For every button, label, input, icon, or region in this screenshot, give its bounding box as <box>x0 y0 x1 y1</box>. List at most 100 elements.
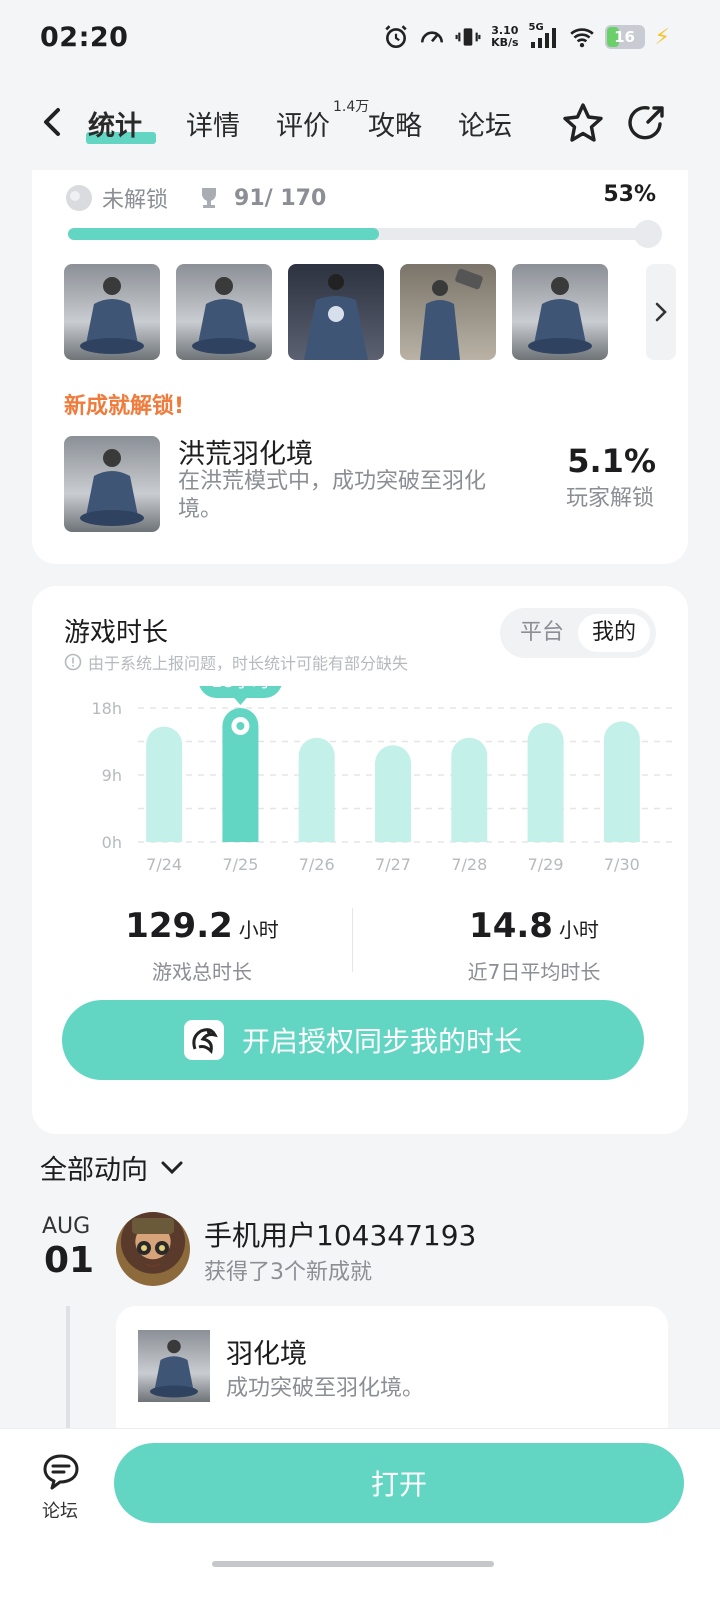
avg-playtime-label: 近7日平均时长 <box>467 960 601 984</box>
unlocked-achievement-thumb[interactable] <box>64 436 160 532</box>
playtime-card: 游戏时长 由于系统上报问题，时长统计可能有部分缺失 平台 我的 0h 9h 18h 7… <box>32 586 688 1134</box>
toggle-platform[interactable]: 平台 <box>506 614 578 652</box>
chart-x-tick-label: 7/27 <box>375 855 411 874</box>
total-playtime-value: 129.2 <box>125 906 233 946</box>
chart-y-tick-label: 9h <box>102 766 122 785</box>
chart-tooltip-pointer <box>233 697 248 705</box>
playtime-note-text: 由于系统上报问题，时长统计可能有部分缺失 <box>88 654 409 673</box>
forum-label[interactable]: 论坛 <box>42 1497 78 1523</box>
achievement-thumb[interactable] <box>176 264 272 360</box>
status-icons: 3.10 KB/s 5G 16 ⚡ <box>383 22 670 50</box>
playtime-note: 由于系统上报问题，时长统计可能有部分缺失 <box>64 650 408 674</box>
achievement-thumbnails <box>64 264 608 360</box>
avg-playtime: 14.8 小时 近7日平均时长 <box>414 906 654 985</box>
app-logo-icon <box>183 1020 224 1060</box>
feed-user-action: 获得了3个新成就 <box>204 1260 372 1285</box>
share-icon[interactable] <box>624 100 670 146</box>
tab-details[interactable]: 详情 <box>186 104 240 143</box>
net-speed-unit: KB/s <box>491 36 519 49</box>
chart-bar <box>375 745 411 842</box>
chevron-down-icon <box>161 1161 183 1174</box>
star-icon[interactable] <box>560 100 606 146</box>
bottom-bar: 论坛 打开 <box>0 1428 720 1600</box>
new-unlock-label: 新成就解锁! <box>64 394 185 419</box>
vibrate-icon <box>455 28 481 46</box>
achievements-card: 未解锁 91/ 170 53% 新成就解锁! 洪荒羽化境 在洪荒模式中，成功突破… <box>32 170 688 564</box>
feed-user-name[interactable]: 手机用户104347193 <box>204 1214 476 1254</box>
toggle-mine[interactable]: 我的 <box>578 614 650 652</box>
info-icon <box>64 653 82 671</box>
feed-filter-label: 全部动向 <box>40 1155 148 1186</box>
chart-bar <box>451 737 488 842</box>
chart-x-tick-label: 7/25 <box>222 855 258 874</box>
locked-achievement-icon <box>66 185 92 211</box>
home-indicator[interactable] <box>212 1561 494 1567</box>
feed-achievement-card[interactable]: 羽化境 成功突破至羽化境。 <box>116 1306 668 1446</box>
top-nav: 统计 详情 评价 1.4万 攻略 论坛 <box>0 88 720 160</box>
chart-x-tick-label: 7/24 <box>146 855 182 874</box>
chart-bar <box>527 722 564 842</box>
reviews-count-badge: 1.4万 <box>333 99 370 115</box>
back-icon[interactable] <box>38 102 68 142</box>
sync-button-label: 开启授权同步我的时长 <box>241 1025 522 1058</box>
more-achievements-button[interactable] <box>646 264 676 360</box>
achievement-description: 在洪荒模式中，成功突破至羽化境。 <box>178 469 487 522</box>
playtime-title: 游戏时长 <box>64 618 169 648</box>
achievement-thumb[interactable] <box>512 264 608 360</box>
achievement-thumb[interactable] <box>64 264 160 360</box>
net-speed: 3.10 KB/s <box>491 25 518 49</box>
chart-bar <box>298 737 335 842</box>
chart-y-tick-label: 18h <box>92 699 123 718</box>
wifi-icon <box>569 28 594 48</box>
chart-x-tick-label: 7/29 <box>528 855 564 874</box>
progress-end-icon <box>634 220 662 248</box>
avg-playtime-value: 14.8 <box>469 906 553 946</box>
stats-divider <box>352 908 353 972</box>
speedometer-icon <box>421 31 444 43</box>
tab-guides[interactable]: 攻略 <box>368 104 422 143</box>
achievement-unlock-rate-label: 玩家解锁 <box>565 486 654 511</box>
tab-reviews[interactable]: 评价 <box>276 104 330 143</box>
achievement-title: 洪荒羽化境 <box>178 439 313 470</box>
chart-y-tick-label: 0h <box>102 833 122 852</box>
status-bar: 02:20 3.10 KB/s 5G 16 ⚡ <box>0 0 720 78</box>
total-playtime-unit: 小时 <box>238 918 279 942</box>
feed-filter-dropdown[interactable]: 全部动向 <box>40 1148 184 1187</box>
avg-playtime-unit: 小时 <box>558 918 599 942</box>
avatar[interactable] <box>116 1212 190 1286</box>
achievement-summary: 未解锁 91/ 170 <box>64 182 326 214</box>
achievement-count: 91/ 170 <box>234 185 327 211</box>
feed-timeline-line <box>66 1306 70 1436</box>
status-time: 02:20 <box>40 22 129 53</box>
battery-level: 16 <box>614 28 635 46</box>
playtime-toggle: 平台 我的 <box>500 608 656 658</box>
tab-stats[interactable]: 统计 <box>88 104 142 143</box>
tab-forum[interactable]: 论坛 <box>458 104 512 143</box>
alarm-icon <box>385 25 407 49</box>
forum-icon[interactable] <box>40 1451 82 1493</box>
cellular-signal-icon: 5G <box>528 22 559 50</box>
feed-achievement-thumb <box>138 1330 210 1402</box>
achievement-progress-fill <box>68 228 379 240</box>
chart-bar <box>146 726 183 842</box>
achievement-progress <box>68 220 662 248</box>
feed-achievement-desc: 成功突破至羽化境。 <box>226 1376 425 1401</box>
chart-bar <box>603 721 640 842</box>
open-button[interactable]: 打开 <box>114 1443 684 1523</box>
chevron-right-icon <box>655 302 667 322</box>
trophy-icon <box>202 188 217 208</box>
battery-icon: 16 <box>604 25 645 49</box>
chart-tooltip-label: 18小时 <box>211 686 270 692</box>
feed-date-day: 01 <box>44 1240 95 1281</box>
feed-date-month: AUG <box>42 1214 91 1239</box>
chart-x-tick-label: 7/26 <box>299 855 335 874</box>
total-playtime-label: 游戏总时长 <box>152 960 252 984</box>
network-type: 5G <box>528 22 544 33</box>
total-playtime: 129.2 小时 游戏总时长 <box>82 906 322 985</box>
sync-playtime-button[interactable]: 开启授权同步我的时长 <box>62 1000 644 1080</box>
achievement-thumb[interactable] <box>400 264 496 360</box>
achievement-unlock-rate: 5.1% <box>567 442 656 480</box>
achievement-thumb[interactable] <box>288 264 384 360</box>
lock-label: 未解锁 <box>102 188 169 213</box>
feed-achievement-title: 羽化境 <box>226 1339 307 1370</box>
